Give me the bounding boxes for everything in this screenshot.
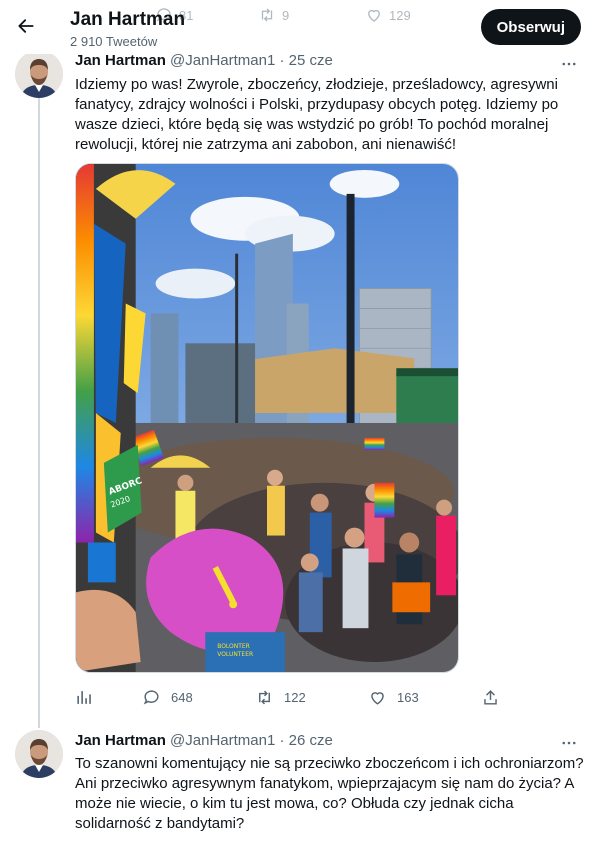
tweet-header: Jan Hartman @JanHartman1 · 26 cze [75,732,333,749]
tweet-text: Idziemy po was! Zwyrole, zboczeńcy, złod… [75,76,559,153]
tweet-count: 2 910 Tweetów [70,34,158,49]
umbrella-text-1: BOLONTER [217,643,250,650]
avatar-image [15,730,63,778]
more-options-button[interactable] [559,54,579,74]
thread-connector-line [38,98,40,728]
follow-button[interactable]: Obserwuj [480,9,581,45]
ghost-retweet: 9 [258,6,289,24]
umbrella-text-2: VOLUNTEER [217,651,253,658]
retweet-icon [259,690,270,704]
reply-button[interactable]: 648 [142,686,193,708]
parade-photo: ABORC 2020 BOLONTER VOLUNTEER [76,164,458,672]
like-count: 163 [397,689,419,705]
analytics-button[interactable] [75,686,94,708]
reply-icon [143,689,159,705]
separator-dot: · [279,732,285,749]
ghost-like: 129 [365,6,411,24]
tweet-actions: 648 122 163 [75,686,505,708]
retweet-button[interactable]: 122 [255,686,306,708]
avatar[interactable] [15,50,63,98]
author-handle[interactable]: @JanHartman1 [170,732,275,749]
avatar-image [15,50,63,98]
author-name[interactable]: Jan Hartman [75,732,166,749]
separator-dot: · [279,52,285,69]
profile-header: 81 9 129 Jan Hartman 2 910 Tweetów Obser… [0,0,599,54]
like-button[interactable]: 163 [368,686,419,708]
arrow-left-icon [18,19,34,33]
tweet-date[interactable]: 25 cze [289,52,333,69]
share-icon [484,689,497,705]
reply-count: 648 [171,689,193,705]
heart-icon [371,691,384,705]
more-dots-icon [562,62,576,66]
tweet-header: Jan Hartman @JanHartman1 · 25 cze [75,52,333,69]
avatar[interactable] [15,730,63,778]
heart-icon [368,9,380,22]
ghost-retweet-count: 9 [282,7,290,23]
ghost-like-count: 129 [389,7,411,23]
tweet-photo[interactable]: ABORC 2020 BOLONTER VOLUNTEER [75,163,459,673]
more-dots-icon [562,741,576,745]
author-handle[interactable]: @JanHartman1 [170,52,275,69]
more-options-button[interactable] [559,733,579,753]
retweet-count: 122 [284,689,306,705]
retweet-icon [261,8,273,22]
author-name[interactable]: Jan Hartman [75,52,166,69]
tweet-text: To szanowni komentujący nie są przeciwko… [75,755,584,832]
analytics-icon [77,690,91,704]
profile-name-title: Jan Hartman [70,9,186,30]
back-button[interactable] [8,8,44,44]
tweet-date[interactable]: 26 cze [289,732,333,749]
share-button[interactable] [481,686,500,708]
